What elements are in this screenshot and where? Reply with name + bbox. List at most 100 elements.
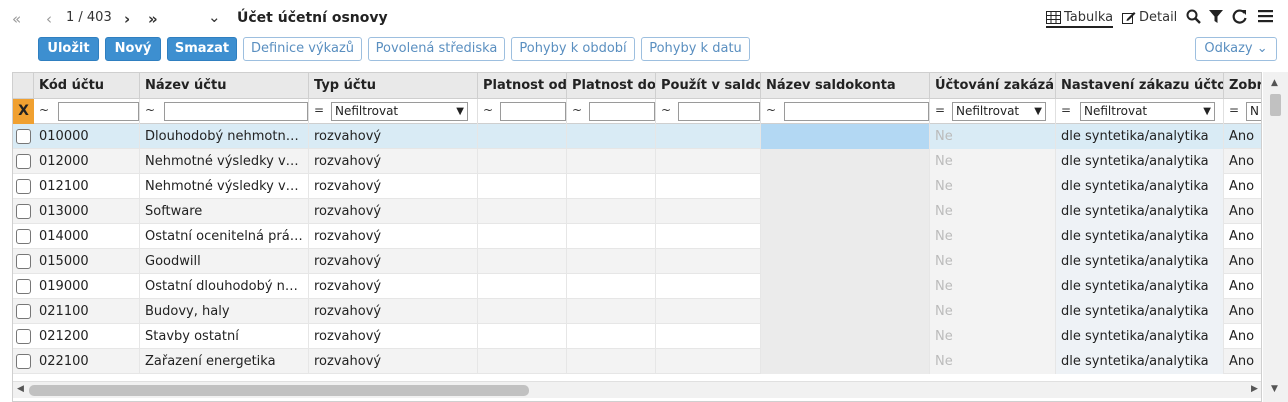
next-record-icon[interactable]: › bbox=[124, 9, 130, 29]
cell-display: Ano bbox=[1229, 154, 1255, 169]
last-record-icon[interactable]: » bbox=[148, 9, 158, 29]
delete-button[interactable]: Smazat bbox=[167, 37, 237, 61]
table-row[interactable]: 021100 Budovy, haly rozvahový Ne dle syn… bbox=[13, 299, 1261, 324]
filter-use-saldo-input[interactable] bbox=[678, 102, 760, 121]
row-checkbox[interactable] bbox=[16, 354, 31, 369]
filter-type-select[interactable]: Nefiltrovat ▼ bbox=[331, 102, 468, 121]
filter-op[interactable]: ~ bbox=[483, 103, 493, 117]
filter-order-setting-select[interactable]: Nefiltrovat ▼ bbox=[1080, 102, 1215, 121]
cell-order-locked: Ne bbox=[930, 124, 1056, 149]
table-row[interactable]: 022100 Zařazení energetika rozvahový Ne … bbox=[13, 349, 1261, 374]
filter-icon[interactable] bbox=[1209, 9, 1223, 28]
title-dropdown-icon[interactable]: ⌄ bbox=[208, 7, 221, 27]
cell-valid-from bbox=[478, 224, 567, 249]
filter-op[interactable]: ~ bbox=[661, 103, 671, 117]
filter-op[interactable]: = bbox=[935, 103, 945, 117]
save-button[interactable]: Uložit bbox=[38, 37, 99, 61]
cell-name: Budovy, haly bbox=[140, 299, 309, 324]
header-order-locked[interactable]: Účtování zakázáno bbox=[930, 73, 1056, 99]
row-checkbox[interactable] bbox=[16, 179, 31, 194]
table-row[interactable]: 015000 Goodwill rozvahový Ne dle synteti… bbox=[13, 249, 1261, 274]
filter-order-locked-select[interactable]: Nefiltrovat ▼ bbox=[952, 102, 1046, 121]
table-row[interactable]: 012100 Nehmotné výsledky výzkumu rozvaho… bbox=[13, 174, 1261, 199]
cell-use-saldo bbox=[656, 224, 761, 249]
filter-op[interactable]: ~ bbox=[572, 103, 582, 117]
filter-name-input[interactable] bbox=[164, 102, 308, 121]
row-checkbox[interactable] bbox=[16, 279, 31, 294]
cell-valid-to bbox=[567, 174, 656, 199]
links-dropdown-button[interactable]: Odkazy ⌄ bbox=[1195, 37, 1277, 61]
filter-code: ~ bbox=[34, 99, 140, 124]
cell-code: 015000 bbox=[34, 249, 140, 274]
table-row[interactable]: 019000 Ostatní dlouhodobý nehmotný majet… bbox=[13, 274, 1261, 299]
cell-valid-from bbox=[478, 174, 567, 199]
header-order-setting[interactable]: Nastavení zákazu účtování bbox=[1056, 73, 1224, 99]
cell-order-setting: dle syntetika/analytika bbox=[1056, 199, 1224, 224]
vertical-scroll-thumb[interactable] bbox=[1270, 94, 1281, 116]
filter-op[interactable]: ~ bbox=[766, 103, 776, 117]
row-checkbox[interactable] bbox=[16, 129, 31, 144]
clear-filter-button[interactable]: X bbox=[13, 99, 34, 124]
refresh-icon[interactable] bbox=[1232, 9, 1247, 28]
row-checkbox[interactable] bbox=[16, 254, 31, 269]
header-use-saldo[interactable]: Použít v saldokontě bbox=[656, 73, 761, 99]
header-valid-from[interactable]: Platnost od bbox=[478, 73, 567, 99]
tab-detail-label: Detail bbox=[1139, 10, 1178, 25]
filter-op[interactable]: ~ bbox=[39, 103, 49, 117]
table-row[interactable]: 010000 Dlouhodobý nehmotný majetek rozva… bbox=[13, 124, 1261, 149]
vertical-scrollbar[interactable]: ▲ ▼ bbox=[1263, 72, 1288, 402]
header-type[interactable]: Typ účtu bbox=[309, 73, 478, 99]
prev-record-icon[interactable]: ‹ bbox=[46, 9, 52, 29]
tab-table[interactable]: Tabulka bbox=[1046, 10, 1114, 28]
row-checkbox[interactable] bbox=[16, 204, 31, 219]
row-checkbox[interactable] bbox=[16, 304, 31, 319]
scroll-down-icon[interactable]: ▼ bbox=[1271, 384, 1278, 394]
filter-op[interactable]: = bbox=[1061, 103, 1071, 117]
table-row[interactable]: 012000 Nehmotné výsledky vývoje rozvahov… bbox=[13, 149, 1261, 174]
cell-type: rozvahový bbox=[309, 224, 478, 249]
filter-op[interactable]: = bbox=[314, 103, 324, 117]
cell-display: Ano bbox=[1229, 329, 1255, 344]
moves-by-period-button[interactable]: Pohyby k období bbox=[511, 37, 635, 61]
search-icon[interactable] bbox=[1186, 9, 1201, 28]
top-bar: « ‹ 1 / 403 › » ⌄ Účet účetní osnovy Tab… bbox=[0, 0, 1288, 36]
header-code[interactable]: Kód účtu bbox=[34, 73, 140, 99]
filter-valid-to-input[interactable] bbox=[589, 102, 655, 121]
table-row[interactable]: 014000 Ostatní ocenitelná práva rozvahov… bbox=[13, 224, 1261, 249]
header-display[interactable]: Zobrazit bbox=[1224, 73, 1261, 99]
scroll-left-icon[interactable]: ◀ bbox=[17, 384, 24, 394]
cell-name: Nehmotné výsledky vývoje bbox=[140, 149, 309, 174]
scroll-up-icon[interactable]: ▲ bbox=[1271, 78, 1278, 88]
horizontal-scroll-thumb[interactable] bbox=[29, 385, 529, 396]
new-button[interactable]: Nový bbox=[105, 37, 161, 61]
filter-display-select[interactable]: N bbox=[1246, 102, 1261, 121]
row-checkbox[interactable] bbox=[16, 154, 31, 169]
header-saldo-name[interactable]: Název saldokonta bbox=[761, 73, 930, 99]
moves-by-date-button[interactable]: Pohyby k datu bbox=[641, 37, 750, 61]
table-row[interactable]: 013000 Software rozvahový Ne dle synteti… bbox=[13, 199, 1261, 224]
cell-type: rozvahový bbox=[309, 199, 478, 224]
header-valid-to[interactable]: Platnost do bbox=[567, 73, 656, 99]
cell-saldo-name bbox=[761, 224, 930, 249]
allowed-centers-button[interactable]: Povolená střediska bbox=[368, 37, 505, 61]
filter-valid-from-input[interactable] bbox=[500, 102, 566, 121]
filter-use-saldo: ~ bbox=[656, 99, 761, 124]
cell-valid-to bbox=[567, 224, 656, 249]
table-row[interactable]: 021200 Stavby ostatní rozvahový Ne dle s… bbox=[13, 324, 1261, 349]
tab-detail[interactable]: Detail bbox=[1122, 10, 1177, 25]
filter-order-setting-value: Nefiltrovat bbox=[1084, 104, 1148, 118]
report-definition-button[interactable]: Definice výkazů bbox=[243, 37, 362, 61]
filter-type-value: Nefiltrovat bbox=[335, 104, 399, 118]
filter-code-input[interactable] bbox=[58, 102, 139, 121]
filter-op[interactable]: = bbox=[1229, 103, 1239, 117]
header-name[interactable]: Název účtu bbox=[140, 73, 309, 99]
row-checkbox[interactable] bbox=[16, 229, 31, 244]
row-checkbox[interactable] bbox=[16, 329, 31, 344]
scroll-right-icon[interactable]: ▶ bbox=[1251, 384, 1258, 394]
first-record-icon[interactable]: « bbox=[12, 9, 21, 29]
filter-saldo-name-input[interactable] bbox=[784, 102, 929, 121]
menu-icon[interactable] bbox=[1258, 9, 1273, 27]
filter-op[interactable]: ~ bbox=[145, 103, 155, 117]
horizontal-scrollbar[interactable]: ◀ ▶ bbox=[13, 381, 1261, 398]
record-position: 1 / 403 bbox=[66, 10, 112, 25]
